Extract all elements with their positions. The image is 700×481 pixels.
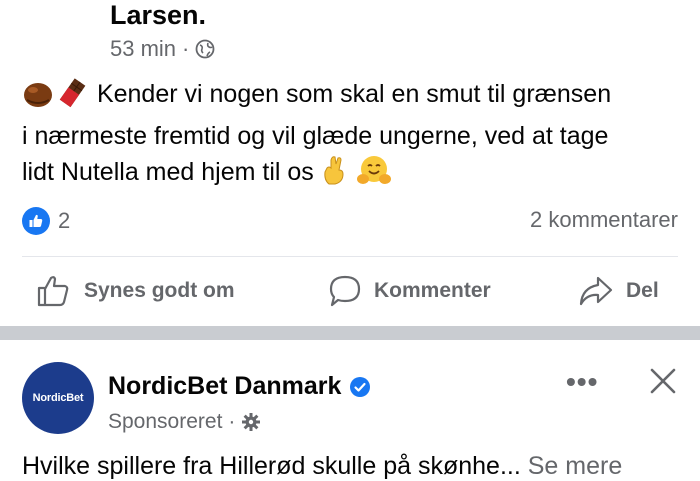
post-text-line1: Kender vi nogen som skal en smut til græ… xyxy=(96,80,612,108)
reactions-summary[interactable]: 2 xyxy=(22,207,70,235)
meta-separator: · xyxy=(228,410,236,433)
speech-bubble-icon xyxy=(329,275,361,307)
avatar[interactable]: NordicBet xyxy=(22,362,94,434)
share-arrow-icon xyxy=(579,276,613,306)
comment-button[interactable]: Kommenter xyxy=(328,274,491,308)
share-button[interactable]: Del xyxy=(578,274,659,308)
globe-icon xyxy=(195,39,215,59)
like-label: Synes godt om xyxy=(84,279,235,302)
feed-separator xyxy=(0,326,700,340)
sponsored-post-card: NordicBet NordicBet Danmark Sponsoreret … xyxy=(0,340,700,480)
sponsored-meta: Sponsoreret · xyxy=(108,410,261,434)
more-options-button[interactable]: ••• xyxy=(566,366,598,398)
page-name[interactable]: NordicBet Danmark xyxy=(108,372,371,401)
ad-text: Hvilke spillere fra Hillerød skulle på s… xyxy=(22,452,622,481)
like-reaction-icon xyxy=(22,207,50,235)
post-action-bar: Synes godt om Kommenter Del xyxy=(0,266,700,316)
comment-label: Kommenter xyxy=(374,279,491,302)
close-icon[interactable] xyxy=(646,364,680,398)
post-text-line3: lidt Nutella med hjem til os xyxy=(22,158,314,186)
chestnut-icon xyxy=(22,78,56,118)
post-meta: 53 min · xyxy=(110,36,215,62)
verified-badge-icon xyxy=(350,376,371,397)
post-timestamp[interactable]: 53 min xyxy=(110,36,176,62)
avatar-logo-text: NordicBet xyxy=(32,392,84,404)
sponsored-label[interactable]: Sponsoreret xyxy=(108,410,222,434)
share-label: Del xyxy=(626,279,659,302)
gear-icon xyxy=(242,413,261,431)
post-text-line2: i nærmeste fremtid og vil glæde ungerne,… xyxy=(22,122,609,150)
chocolate-bar-icon xyxy=(56,78,90,118)
post-author-name[interactable]: Larsen. xyxy=(110,0,206,31)
hugging-face-icon xyxy=(356,154,392,196)
reaction-count: 2 xyxy=(58,208,71,233)
thumbs-up-icon xyxy=(37,276,69,307)
crossed-fingers-icon xyxy=(321,154,349,196)
like-button[interactable]: Synes godt om xyxy=(36,274,235,308)
divider xyxy=(22,256,678,257)
comment-count-link[interactable]: 2 kommentarer xyxy=(530,207,678,233)
meta-separator: · xyxy=(182,36,190,61)
post-text: Kender vi nogen som skal en smut til græ… xyxy=(22,76,682,196)
page-name-label: NordicBet Danmark xyxy=(108,372,342,400)
post-card: Larsen. 53 min · Kender vi nogen som ska… xyxy=(0,0,700,326)
